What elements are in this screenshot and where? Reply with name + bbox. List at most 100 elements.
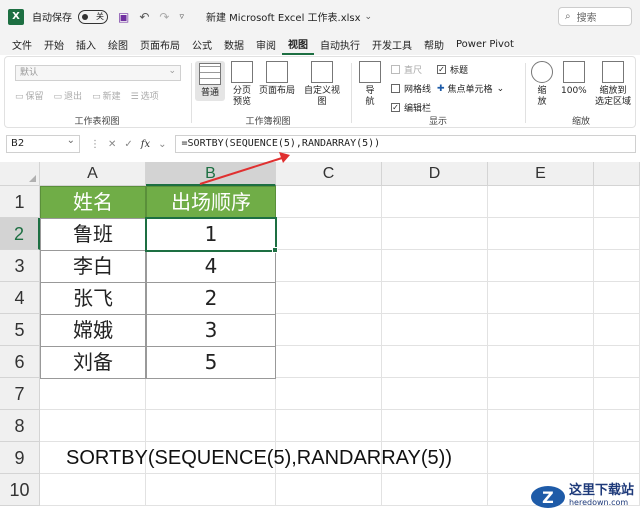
grid-cell[interactable] — [488, 410, 594, 442]
row-header-10[interactable]: 10 — [0, 474, 40, 506]
order-cell[interactable]: 5 — [146, 346, 276, 379]
zoom-100-button[interactable]: 100% — [561, 61, 587, 97]
grid-cell[interactable] — [594, 314, 640, 346]
page-layout-button[interactable]: 页面布局 — [259, 61, 295, 97]
grid-cell[interactable] — [276, 218, 382, 250]
grid-cell[interactable] — [594, 442, 640, 474]
row-header-8[interactable]: 8 — [0, 410, 40, 442]
navigation-button[interactable]: 导 航 — [359, 61, 381, 108]
customize-toolbar-icon[interactable]: ▿ — [179, 12, 184, 22]
name-cell[interactable]: 嫦娥 — [40, 314, 146, 347]
row-header-2[interactable]: 2 — [0, 218, 40, 250]
grid-cell[interactable] — [40, 474, 146, 506]
grid-cell[interactable] — [276, 346, 382, 378]
options-button[interactable]: ☰ 选项 — [131, 89, 159, 102]
grid-cell[interactable] — [382, 282, 488, 314]
grid-cell[interactable] — [382, 474, 488, 506]
name-box[interactable]: B2 — [6, 133, 80, 153]
undo-icon[interactable]: ↶ — [139, 10, 149, 24]
column-header-c[interactable]: C — [276, 162, 382, 186]
grid-cell[interactable] — [488, 218, 594, 250]
tab-3[interactable]: 绘图 — [102, 33, 134, 55]
save-icon[interactable]: ▣ — [118, 10, 129, 24]
grid-cell[interactable] — [276, 250, 382, 282]
grid-cell[interactable] — [488, 186, 594, 218]
grid-cell[interactable] — [276, 474, 382, 506]
grid-cell[interactable] — [488, 346, 594, 378]
grid-cell[interactable] — [488, 250, 594, 282]
formula-bar-checkbox[interactable]: ✓ 编辑栏 — [391, 101, 431, 114]
tab-10[interactable]: 开发工具 — [366, 33, 418, 55]
grid-cell[interactable] — [276, 410, 382, 442]
row-header-3[interactable]: 3 — [0, 250, 40, 282]
row-header-1[interactable]: 1 — [0, 186, 40, 218]
gridlines-checkbox[interactable]: 网格线 — [391, 82, 431, 95]
grid-cell[interactable] — [382, 314, 488, 346]
zoom-button[interactable]: 缩 放 — [531, 61, 553, 108]
row-header-4[interactable]: 4 — [0, 282, 40, 314]
tab-2[interactable]: 插入 — [70, 33, 102, 55]
formula-input[interactable]: =SORTBY(SEQUENCE(5),RANDARRAY(5)) — [174, 135, 636, 153]
tab-1[interactable]: 开始 — [38, 33, 70, 55]
page-break-preview-button[interactable]: 分页 预览 — [231, 61, 253, 108]
tab-0[interactable]: 文件 — [6, 33, 38, 55]
grid-cell[interactable] — [40, 410, 146, 442]
chevron-down-icon[interactable]: ⌄ — [365, 12, 373, 22]
grid-cell[interactable] — [488, 378, 594, 410]
zoom-to-selection-button[interactable]: 缩放到 选定区域 — [595, 61, 631, 108]
more-options-icon[interactable]: ⋮ — [90, 139, 100, 150]
grid-cell[interactable] — [382, 218, 488, 250]
confirm-icon[interactable]: ✓ — [124, 139, 132, 150]
order-cell[interactable]: 2 — [146, 282, 276, 315]
grid-cell[interactable] — [382, 186, 488, 218]
tab-9[interactable]: 自动执行 — [314, 33, 366, 55]
grid-cell[interactable] — [594, 250, 640, 282]
custom-view-button[interactable]: 自定义视图 — [301, 61, 343, 108]
tab-8[interactable]: 视图 — [282, 33, 314, 55]
grid-cell[interactable] — [382, 410, 488, 442]
grid-cell[interactable] — [146, 474, 276, 506]
grid-cell[interactable] — [276, 282, 382, 314]
fill-handle[interactable] — [272, 247, 278, 253]
cancel-icon[interactable]: ✕ — [108, 139, 116, 150]
grid-cell[interactable] — [40, 378, 146, 410]
grid-cell[interactable] — [146, 410, 276, 442]
grid-cell[interactable] — [382, 346, 488, 378]
insert-function-icon[interactable]: fx — [141, 139, 150, 150]
keep-button[interactable]: ▭ 保留 — [15, 89, 44, 102]
tab-5[interactable]: 公式 — [186, 33, 218, 55]
tab-7[interactable]: 审阅 — [250, 33, 282, 55]
focus-cell-button[interactable]: ✚ 焦点单元格 ⌄ — [437, 82, 504, 96]
column-header-e[interactable]: E — [488, 162, 594, 186]
grid-cell[interactable] — [594, 346, 640, 378]
grid-cell[interactable] — [488, 314, 594, 346]
column-header-a[interactable]: A — [40, 162, 146, 186]
grid-cell[interactable] — [488, 442, 594, 474]
tab-11[interactable]: 帮助 — [418, 33, 450, 55]
column-header-f[interactable] — [594, 162, 640, 186]
column-header-b[interactable]: B — [146, 162, 276, 186]
order-cell[interactable]: 3 — [146, 314, 276, 347]
select-all-corner[interactable] — [0, 162, 40, 186]
table-header-cell[interactable]: 姓名 — [40, 186, 146, 219]
grid-cell[interactable] — [594, 378, 640, 410]
tab-12[interactable]: Power Pivot — [450, 33, 520, 55]
grid-cell[interactable] — [594, 186, 640, 218]
grid-cell[interactable] — [594, 410, 640, 442]
normal-view-button[interactable]: 普通 — [195, 61, 225, 101]
headings-checkbox[interactable]: ✓ 标题 — [437, 63, 468, 76]
name-cell[interactable]: 张飞 — [40, 282, 146, 315]
grid-cell[interactable] — [146, 378, 276, 410]
table-header-cell[interactable]: 出场顺序 — [146, 186, 276, 219]
exit-button[interactable]: ▭ 退出 — [54, 89, 83, 102]
autosave-toggle[interactable]: 关 — [78, 9, 108, 24]
grid-cell[interactable] — [276, 378, 382, 410]
grid-cell[interactable] — [276, 186, 382, 218]
name-cell[interactable]: 刘备 — [40, 346, 146, 379]
order-cell[interactable]: 4 — [146, 250, 276, 283]
grid-cell[interactable] — [594, 218, 640, 250]
row-header-9[interactable]: 9 — [0, 442, 40, 474]
grid-cell[interactable] — [276, 314, 382, 346]
redo-icon[interactable]: ↷ — [159, 10, 169, 24]
row-header-7[interactable]: 7 — [0, 378, 40, 410]
